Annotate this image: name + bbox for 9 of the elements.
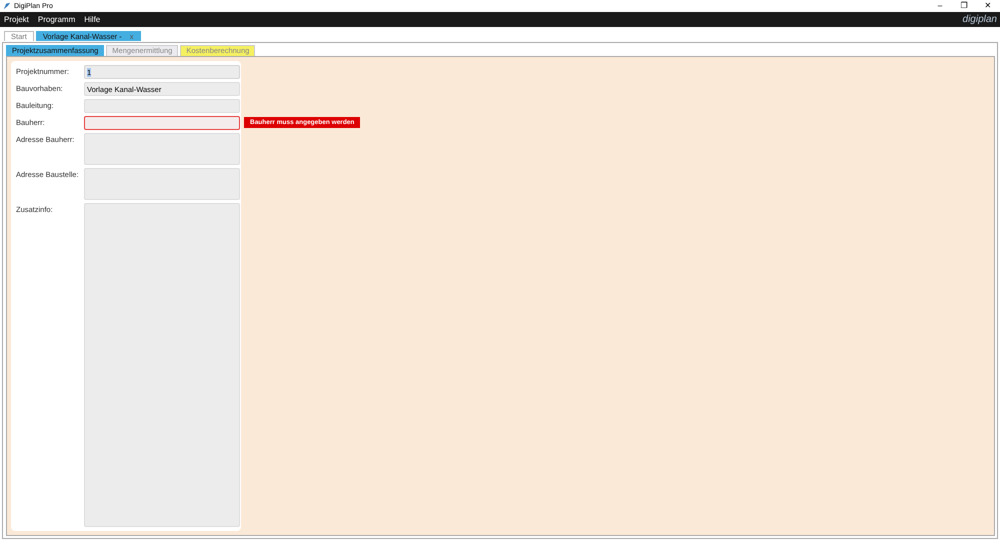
input-field[interactable] xyxy=(84,116,240,130)
window-control-button[interactable]: ✕ xyxy=(976,0,1000,12)
menu-item[interactable]: Projekt xyxy=(4,15,29,24)
window-control-button[interactable]: ❐ xyxy=(952,0,976,12)
menu-item[interactable]: Programm xyxy=(38,15,76,24)
app-icon xyxy=(3,2,11,10)
menu-item[interactable]: Hilfe xyxy=(84,15,100,24)
window-control-button[interactable]: – xyxy=(928,0,952,12)
logo: digiplan xyxy=(962,14,997,25)
